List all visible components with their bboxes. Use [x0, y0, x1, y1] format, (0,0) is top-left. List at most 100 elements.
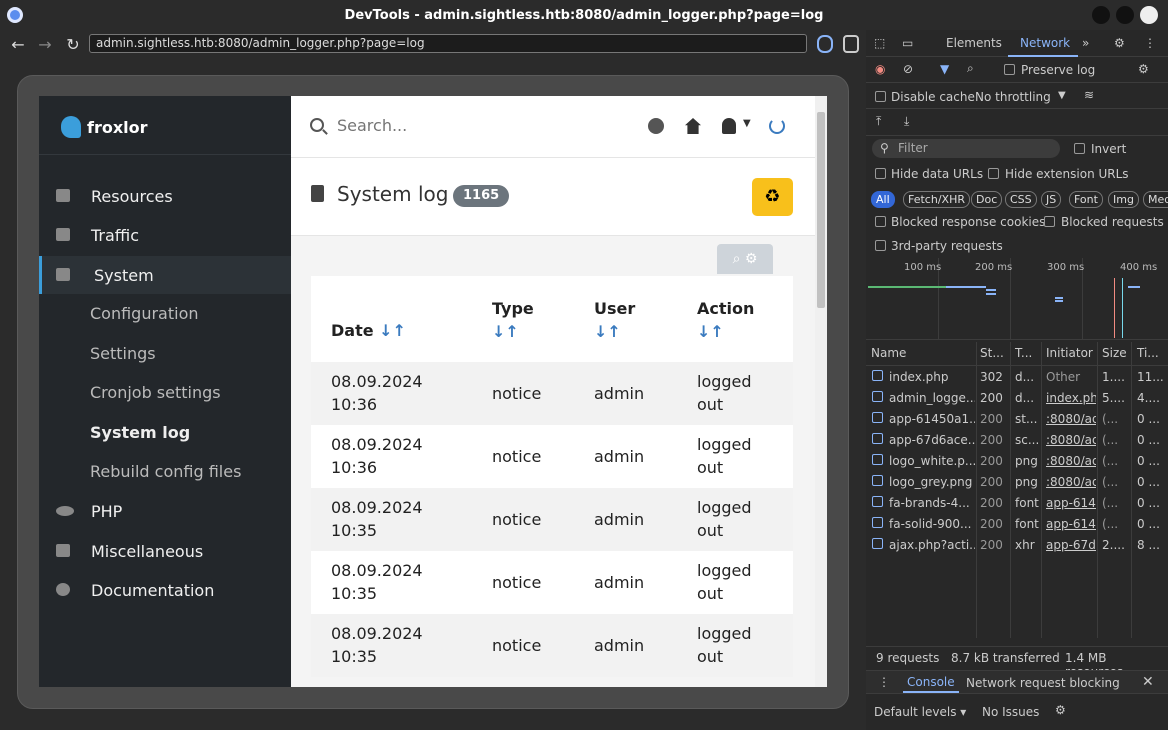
drawer-tab-console[interactable]: Console: [903, 675, 959, 693]
back-arrow-icon[interactable]: ←: [5, 35, 31, 54]
sort-icon[interactable]: ↓↑: [697, 322, 724, 341]
col-name[interactable]: Name: [871, 346, 906, 360]
request-initiator[interactable]: index.php: [1046, 391, 1096, 405]
page-scrollbar[interactable]: [815, 96, 827, 687]
default-levels-select[interactable]: Default levels ▾: [874, 705, 966, 719]
filter-chip-js[interactable]: JS: [1041, 191, 1062, 208]
sidebar-item-documentation[interactable]: Documentation: [39, 571, 291, 609]
sidebar-item-resources[interactable]: Resources: [39, 177, 291, 215]
filter-chip-fetch[interactable]: Fetch/XHR: [903, 191, 970, 208]
submenu-system-log[interactable]: System log: [90, 423, 190, 442]
filter-chip-img[interactable]: Img: [1108, 191, 1139, 208]
sidebar-item-miscellaneous[interactable]: Miscellaneous: [39, 532, 291, 570]
request-initiator[interactable]: app-6145: [1046, 496, 1096, 510]
kebab-menu-icon[interactable]: ⋮: [878, 675, 890, 689]
col-header-type[interactable]: Type ↓↑: [492, 297, 534, 343]
maximize-button[interactable]: [1116, 6, 1134, 24]
request-initiator[interactable]: :8080/adr: [1046, 454, 1096, 468]
gear-icon[interactable]: ⚙: [1138, 62, 1149, 76]
submenu-settings[interactable]: Settings: [90, 344, 156, 363]
sidebar-item-system[interactable]: System: [39, 256, 291, 294]
sort-icon[interactable]: ↓↑: [594, 322, 621, 341]
invert-checkbox[interactable]: [1074, 143, 1085, 154]
request-row[interactable]: fa-solid-900... 200 font app-6145 (... 0 ...: [866, 514, 1168, 535]
network-timeline[interactable]: 100 ms 200 ms 300 ms 400 ms: [866, 258, 1168, 340]
search-icon[interactable]: ⌕: [733, 251, 741, 267]
mouse-icon[interactable]: [817, 35, 833, 53]
truncate-log-button[interactable]: ♻: [752, 178, 793, 216]
more-tabs-icon[interactable]: »: [1082, 36, 1089, 50]
tab-network[interactable]: Network: [1020, 36, 1070, 50]
filter-chip-all[interactable]: All: [871, 191, 895, 208]
chevron-down-icon[interactable]: ▼: [743, 118, 751, 129]
request-row[interactable]: logo_white.p... 200 png:8080/adr (... 0 ...: [866, 451, 1168, 472]
request-initiator[interactable]: app-6145: [1046, 517, 1096, 531]
col-type[interactable]: T...: [1015, 346, 1032, 360]
col-header-date[interactable]: Date ↓↑: [331, 321, 406, 340]
home-icon[interactable]: [685, 118, 701, 134]
blocked-cookies-checkbox[interactable]: [875, 216, 886, 227]
sort-icon[interactable]: ↓↑: [379, 321, 406, 340]
touch-icon[interactable]: [843, 35, 859, 53]
disable-cache-checkbox[interactable]: [875, 91, 886, 102]
request-row[interactable]: app-67d6ace... 200 sc...:8080/adr (... 0 ...: [866, 430, 1168, 451]
preserve-log-checkbox[interactable]: [1004, 64, 1015, 75]
col-header-action[interactable]: Action ↓↑: [697, 297, 754, 343]
hide-ext-urls-checkbox[interactable]: [988, 168, 999, 179]
submenu-configuration[interactable]: Configuration: [90, 304, 199, 323]
minimize-button[interactable]: [1092, 6, 1110, 24]
filter-chip-media[interactable]: Med: [1143, 191, 1168, 208]
sidebar-item-traffic[interactable]: Traffic: [39, 216, 291, 254]
tab-elements[interactable]: Elements: [946, 36, 1002, 50]
upload-icon[interactable]: ⤒: [876, 114, 881, 129]
clear-icon[interactable]: ⊘: [903, 62, 913, 76]
col-size[interactable]: Size: [1102, 346, 1127, 360]
request-initiator[interactable]: app-67d6: [1046, 538, 1096, 552]
blocked-requests-checkbox[interactable]: [1044, 216, 1055, 227]
power-icon[interactable]: [769, 118, 785, 134]
device-toggle-icon[interactable]: ▭: [902, 36, 913, 50]
filter-chip-css[interactable]: CSS: [1005, 191, 1037, 208]
no-issues-button[interactable]: No Issues: [982, 705, 1039, 719]
drawer-tab-request-blocking[interactable]: Network request blocking: [966, 676, 1120, 690]
user-icon[interactable]: [722, 118, 736, 134]
request-initiator[interactable]: :8080/adr: [1046, 475, 1096, 489]
wifi-icon[interactable]: ≋: [1084, 88, 1094, 102]
chevron-down-icon[interactable]: ▼: [1058, 90, 1066, 101]
gear-icon[interactable]: ⚙: [745, 251, 758, 267]
col-header-user[interactable]: User ↓↑: [594, 297, 635, 343]
filter-chip-font[interactable]: Font: [1069, 191, 1103, 208]
scrollbar-thumb[interactable]: [817, 112, 825, 308]
request-row[interactable]: fa-brands-4... 200 font app-6145 (... 0 ...: [866, 493, 1168, 514]
throttling-select[interactable]: No throttling: [975, 90, 1051, 104]
request-row[interactable]: ajax.php?acti... 200 xhr app-67d6 2.... 8 ...: [866, 535, 1168, 556]
request-initiator[interactable]: :8080/adr: [1046, 412, 1096, 426]
download-icon[interactable]: ⤓: [904, 114, 909, 129]
col-time[interactable]: Ti...: [1137, 346, 1159, 360]
forward-arrow-icon[interactable]: →: [32, 35, 58, 54]
filter-chip-doc[interactable]: Doc: [971, 191, 1003, 208]
col-status[interactable]: St...: [980, 346, 1004, 360]
gear-icon[interactable]: ⚙: [1114, 36, 1125, 50]
record-icon[interactable]: ◉: [875, 62, 885, 76]
search-input[interactable]: [337, 116, 557, 135]
filter-input[interactable]: ⚲ Filter: [872, 139, 1060, 158]
request-row[interactable]: logo_grey.png 200 png:8080/adr (... 0 ...: [866, 472, 1168, 493]
request-row[interactable]: app-61450a1... 200 st...:8080/adr (... 0 ...: [866, 409, 1168, 430]
third-party-checkbox[interactable]: [875, 240, 886, 251]
request-row[interactable]: admin_logge... 200 d... index.php 5.... 4....: [866, 388, 1168, 409]
alert-circle-icon[interactable]: [648, 118, 664, 134]
col-initiator[interactable]: Initiator: [1046, 346, 1093, 360]
reload-icon[interactable]: ↻: [60, 35, 86, 54]
search-icon[interactable]: ⌕: [967, 61, 974, 76]
submenu-rebuild-config[interactable]: Rebuild config files: [90, 462, 241, 481]
sort-icon[interactable]: ↓↑: [492, 322, 519, 341]
request-row[interactable]: index.php 302 d... Other 1.... 11...: [866, 367, 1168, 388]
address-bar[interactable]: admin.sightless.htb:8080/admin_logger.ph…: [89, 34, 807, 53]
sidebar-item-php[interactable]: PHP: [39, 492, 291, 530]
hide-data-urls-checkbox[interactable]: [875, 168, 886, 179]
close-window-button[interactable]: [1140, 6, 1158, 24]
close-icon[interactable]: ✕: [1142, 674, 1154, 690]
gear-icon[interactable]: ⚙: [1055, 703, 1066, 717]
froxlor-logo[interactable]: froxlor: [61, 116, 148, 138]
